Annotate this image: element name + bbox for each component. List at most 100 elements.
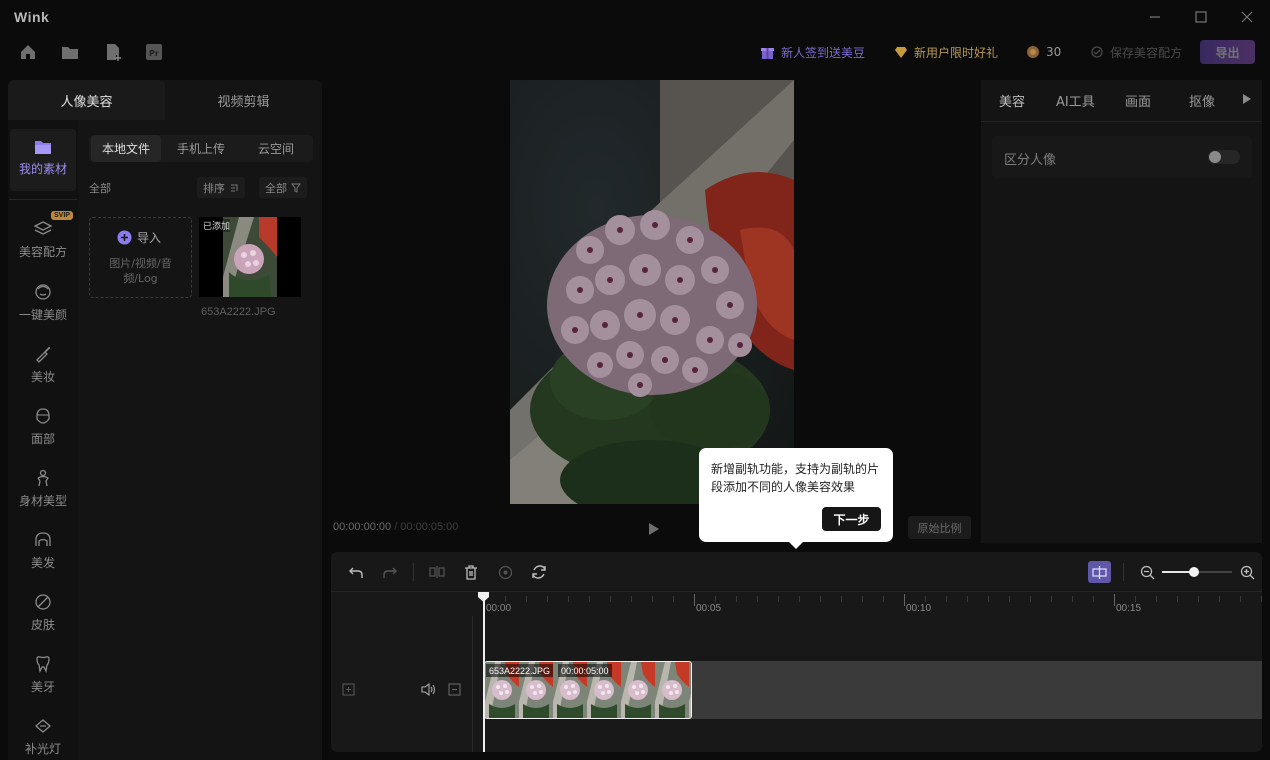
redo-button[interactable] (379, 562, 401, 582)
replace-button[interactable] (528, 562, 550, 582)
toolbar-divider (1123, 563, 1124, 581)
save-recipe-icon (1091, 46, 1103, 58)
sidebar-item-one-click-beauty[interactable]: 一键美颜 (10, 283, 76, 343)
magnet-snap-button[interactable] (1088, 561, 1111, 583)
zoom-slider-knob[interactable] (1188, 567, 1199, 577)
split-button[interactable] (426, 562, 448, 582)
tick-label: 00:15 (1116, 603, 1142, 614)
sidebar-item-body-shape[interactable]: 身材美型 (10, 469, 76, 529)
tab-cutout[interactable]: 抠像 (1189, 88, 1215, 112)
save-recipe-label: 保存美容配方 (1110, 45, 1183, 60)
sidebar-item-label: 一键美颜 (18, 308, 67, 322)
beans-count: 30 (1046, 45, 1062, 59)
home-button[interactable] (15, 40, 41, 64)
playhead[interactable] (483, 600, 485, 752)
playhead-handle-icon[interactable] (478, 592, 489, 602)
sidebar-item-label: 补光灯 (24, 742, 61, 756)
type-filter-button[interactable]: 全部 (259, 177, 307, 198)
maximize-button[interactable] (1189, 6, 1213, 28)
tab-cloud-space[interactable]: 云空间 (241, 135, 311, 162)
tabs-scroll-right[interactable] (1242, 93, 1252, 105)
bean-coin-icon (1027, 46, 1039, 58)
sidebar-item-skin[interactable]: 皮肤 (10, 593, 76, 653)
tab-ai-tools[interactable]: AI工具 (1056, 88, 1095, 112)
track-mute-button[interactable] (421, 683, 437, 696)
svip-badge: SVIP (51, 211, 73, 220)
sidebar-item-face[interactable]: 面部 (10, 407, 76, 467)
undo-button[interactable] (345, 562, 367, 582)
sort-icon (231, 184, 238, 191)
tab-picture[interactable]: 画面 (1125, 88, 1151, 112)
sidebar-item-label: 美妆 (30, 370, 55, 384)
light-icon (35, 719, 51, 733)
sidebar-item-hair[interactable]: 美发 (10, 531, 76, 591)
snap-icon (1092, 565, 1107, 579)
distinguish-portrait-toggle[interactable] (1208, 150, 1240, 164)
zoom-in-icon (1240, 565, 1254, 579)
freeze-frame-button[interactable] (494, 562, 516, 582)
tab-phone-upload[interactable]: 手机上传 (166, 135, 236, 162)
minimize-button[interactable] (1143, 6, 1167, 28)
caret-right-icon (1243, 94, 1251, 104)
aspect-ratio-button[interactable]: 原始比例 (908, 516, 971, 539)
beans-balance[interactable]: 30 (1026, 42, 1061, 62)
new-user-gift-link[interactable]: 新用户限时好礼 (894, 42, 998, 62)
diamond-icon (895, 46, 907, 58)
folder-icon (62, 47, 78, 59)
gift-label: 新用户限时好礼 (914, 45, 999, 60)
save-recipe-button[interactable]: 保存美容配方 (1090, 42, 1182, 62)
track-collapse-button[interactable] (448, 683, 461, 696)
sidebar-item-teeth[interactable]: 美牙 (10, 655, 76, 715)
zoom-in-button[interactable] (1236, 562, 1258, 582)
skin-icon (35, 594, 51, 610)
tab-beauty[interactable]: 美容 (999, 88, 1025, 112)
next-step-button[interactable]: 下一步 (822, 507, 881, 531)
redo-icon (383, 567, 397, 578)
sidebar-item-label: 美容配方 (18, 245, 67, 259)
tab-video-edit[interactable]: 视频剪辑 (165, 80, 322, 120)
premiere-export-button[interactable]: Pr (141, 40, 167, 64)
tick-label: 00:05 (696, 603, 722, 614)
zoom-out-button[interactable] (1136, 562, 1158, 582)
signin-link[interactable]: 新人签到送美豆 (760, 42, 865, 62)
sidebar-item-makeup[interactable]: 美妆 (10, 345, 76, 405)
sidebar-item-beauty-recipe[interactable]: 美容配方 (10, 220, 76, 280)
sidebar-item-label: 身材美型 (18, 494, 67, 508)
signin-label: 新人签到送美豆 (781, 45, 866, 60)
track-cover-button[interactable] (342, 683, 355, 696)
export-button[interactable]: 导出 (1200, 40, 1255, 64)
delete-button[interactable] (460, 562, 482, 582)
filter-all-label: 全部 (89, 182, 111, 195)
play-button[interactable] (644, 519, 664, 539)
minimize-icon (1150, 16, 1160, 18)
distinguish-portrait-card: 区分人像 (992, 136, 1252, 178)
sort-button[interactable]: 排序 (197, 177, 245, 198)
body-icon (37, 469, 49, 487)
sidebar-item-label: 美发 (30, 556, 55, 570)
sort-label: 排序 (203, 181, 225, 195)
cover-image-icon (342, 683, 355, 696)
new-project-button[interactable] (100, 40, 126, 64)
timecode: 00:00:00:00 / 00:00:05:00 (333, 521, 458, 533)
hair-icon (35, 532, 51, 546)
maximize-icon (1195, 11, 1207, 23)
tick-label: 00:00 (486, 603, 512, 614)
sidebar-divider (9, 199, 77, 200)
open-folder-button[interactable] (57, 40, 83, 64)
media-thumbnail[interactable]: 已添加 (199, 217, 301, 297)
close-button[interactable] (1235, 6, 1259, 28)
sidebar-item-fill-light[interactable]: 补光灯 (10, 717, 76, 760)
home-icon (21, 45, 35, 59)
sidebar-item-my-materials[interactable]: 我的素材 (10, 129, 76, 191)
toggle-knob (1209, 151, 1221, 163)
import-hint: 图片/视频/音频/Log (109, 257, 172, 285)
track-header-divider (472, 616, 473, 752)
tab-portrait-beauty[interactable]: 人像美容 (8, 80, 165, 120)
tooth-icon (36, 656, 50, 673)
new-file-icon (107, 44, 121, 61)
undo-icon (349, 567, 363, 578)
tab-local-files[interactable]: 本地文件 (91, 135, 161, 162)
split-icon (429, 566, 445, 578)
zoom-slider[interactable] (1162, 567, 1232, 577)
import-media-button[interactable]: 导入 图片/视频/音频/Log (89, 217, 192, 298)
